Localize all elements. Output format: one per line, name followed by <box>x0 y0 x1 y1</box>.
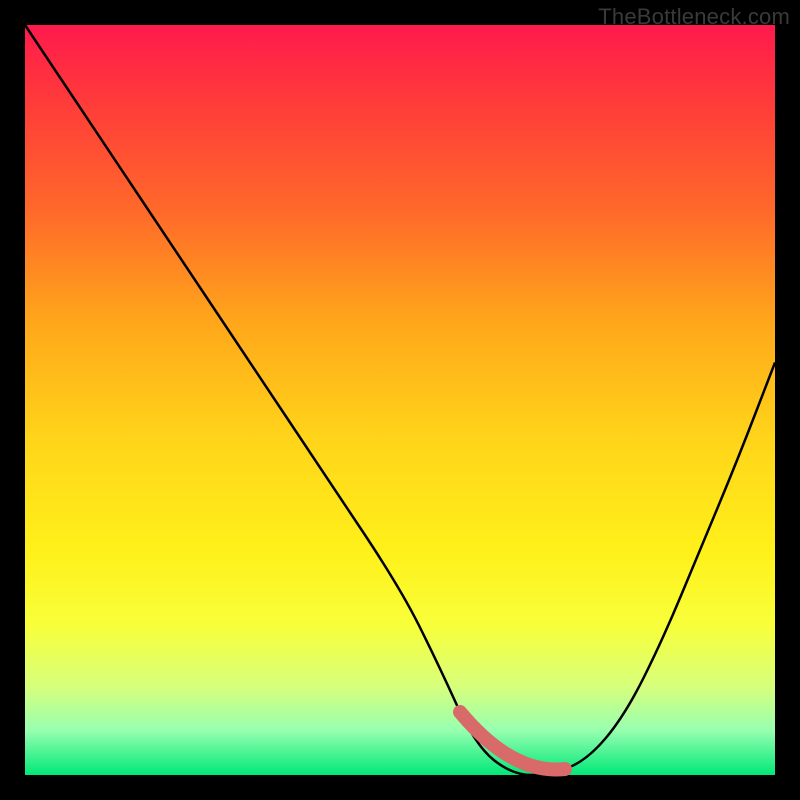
watermark-text: TheBottleneck.com <box>598 4 790 30</box>
bottleneck-curve-path <box>25 25 775 775</box>
bottleneck-chart <box>25 25 775 775</box>
